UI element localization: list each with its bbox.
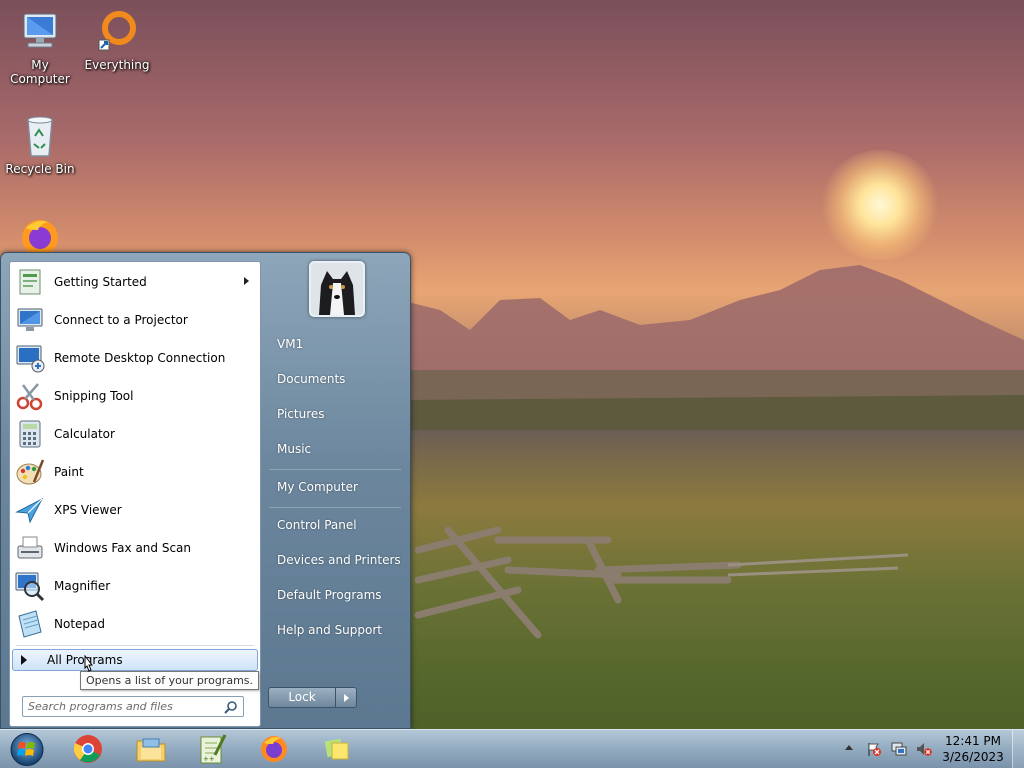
volume-muted-icon[interactable] xyxy=(916,741,932,757)
program-label: Connect to a Projector xyxy=(54,313,188,327)
start-link-help-and-support[interactable]: Help and Support xyxy=(269,616,401,644)
notepad-icon xyxy=(18,610,42,638)
link-label: My Computer xyxy=(277,480,358,494)
start-link-default-programs[interactable]: Default Programs xyxy=(269,581,401,609)
getting-started-icon xyxy=(19,269,41,295)
mouse-pointer-icon xyxy=(84,655,94,672)
link-separator xyxy=(269,469,401,470)
link-label: Default Programs xyxy=(277,588,382,602)
taskbar: ++ 12:41 PM 3/26/2023 xyxy=(0,729,1024,768)
notepad-plus-plus-icon: ++ xyxy=(200,734,227,764)
start-link-my-computer[interactable]: My Computer xyxy=(269,473,401,501)
programs-separator xyxy=(16,645,254,646)
search-box[interactable] xyxy=(22,696,244,717)
everything-icon xyxy=(98,11,136,51)
link-label: Control Panel xyxy=(277,518,357,532)
recycle-bin-icon xyxy=(27,116,53,157)
show-desktop-button[interactable] xyxy=(1012,730,1024,768)
user-avatar[interactable] xyxy=(309,261,365,317)
wallpaper-sun xyxy=(820,150,940,260)
scissors-icon xyxy=(16,383,43,411)
projector-icon xyxy=(17,308,43,331)
program-snipping-tool[interactable]: Snipping Tool xyxy=(12,378,259,414)
chevron-right-icon xyxy=(344,694,349,702)
program-paint[interactable]: Paint xyxy=(12,454,259,490)
program-label: XPS Viewer xyxy=(54,503,122,517)
lock-button[interactable]: Lock xyxy=(268,687,336,708)
clock-time[interactable]: 12:41 PM xyxy=(940,734,1006,748)
dog-picture-icon xyxy=(311,263,363,315)
link-label: Pictures xyxy=(277,407,325,421)
program-connect-to-projector[interactable]: Connect to a Projector xyxy=(12,302,259,338)
link-label: Music xyxy=(277,442,312,456)
program-label: Windows Fax and Scan xyxy=(54,541,192,555)
program-notepad[interactable]: Notepad xyxy=(12,606,259,642)
program-magnifier[interactable]: Magnifier xyxy=(12,568,259,604)
fax-scanner-icon xyxy=(17,536,43,559)
network-icon[interactable] xyxy=(891,741,907,757)
sticky-notes-icon xyxy=(324,738,349,760)
magnifier-icon xyxy=(15,572,45,602)
taskbar-chrome[interactable] xyxy=(70,733,106,765)
program-windows-fax-and-scan[interactable]: Windows Fax and Scan xyxy=(12,530,259,566)
desktop-icon-everything[interactable]: Everything xyxy=(77,8,157,72)
link-label: Documents xyxy=(277,372,346,386)
firefox-icon xyxy=(261,736,287,762)
desktop-icon-label: Recycle Bin xyxy=(5,162,75,176)
link-separator xyxy=(269,507,401,508)
chrome-icon xyxy=(73,735,102,763)
start-link-documents[interactable]: Documents xyxy=(269,365,401,393)
remote-desktop-icon xyxy=(16,345,45,373)
shutdown-options-button[interactable] xyxy=(335,687,357,708)
desktop-icon-my-computer[interactable]: My Computer xyxy=(0,8,80,86)
program-calculator[interactable]: Calculator xyxy=(12,416,259,452)
start-link-music[interactable]: Music xyxy=(269,435,401,463)
desktop-icon-label: My Computer xyxy=(10,58,70,86)
program-label: Calculator xyxy=(54,427,115,441)
expand-arrow-icon xyxy=(21,655,27,665)
start-link-devices-and-printers[interactable]: Devices and Printers xyxy=(269,546,401,574)
taskbar-sticky-notes[interactable] xyxy=(319,733,355,765)
all-programs-button[interactable]: All Programs xyxy=(12,649,258,671)
programs-pane: Getting Started Connect to a Projector R… xyxy=(9,261,261,727)
program-label: Getting Started xyxy=(54,275,147,289)
program-label: Remote Desktop Connection xyxy=(54,351,226,365)
search-icon[interactable] xyxy=(224,700,238,714)
action-center-flag-icon[interactable] xyxy=(866,741,882,757)
paint-palette-icon xyxy=(16,459,45,485)
program-label: Magnifier xyxy=(54,579,111,593)
search-input[interactable] xyxy=(28,697,218,716)
start-link-pictures[interactable]: Pictures xyxy=(269,400,401,428)
taskbar-notepad-plus-plus[interactable]: ++ xyxy=(194,733,230,765)
clock-date[interactable]: 3/26/2023 xyxy=(940,750,1006,764)
show-hidden-icons-icon[interactable] xyxy=(845,745,853,750)
computer-icon xyxy=(23,13,57,48)
wallpaper-fence xyxy=(414,526,909,639)
start-menu: Getting Started Connect to a Projector R… xyxy=(0,252,411,729)
calculator-icon xyxy=(19,420,41,448)
program-label: Notepad xyxy=(54,617,105,631)
program-label: Paint xyxy=(54,465,84,479)
program-xps-viewer[interactable]: XPS Viewer xyxy=(12,492,259,528)
program-getting-started[interactable]: Getting Started xyxy=(12,264,259,300)
start-link-user[interactable]: VM1 xyxy=(269,330,401,358)
start-link-control-panel[interactable]: Control Panel xyxy=(269,511,401,539)
link-label: VM1 xyxy=(277,337,304,351)
desktop-icon-recycle-bin[interactable]: Recycle Bin xyxy=(0,112,80,176)
start-orb-icon[interactable] xyxy=(5,731,49,768)
program-label: Snipping Tool xyxy=(54,389,134,403)
taskbar-file-explorer[interactable] xyxy=(133,733,169,765)
program-remote-desktop[interactable]: Remote Desktop Connection xyxy=(12,340,259,376)
all-programs-tooltip: Opens a list of your programs. xyxy=(80,671,260,690)
link-label: Devices and Printers xyxy=(277,553,401,567)
xps-viewer-icon xyxy=(15,497,44,524)
desktop-icon-label: Everything xyxy=(84,58,150,72)
link-label: Help and Support xyxy=(277,623,382,637)
svg-text:++: ++ xyxy=(203,755,215,763)
submenu-arrow-icon xyxy=(244,277,249,285)
taskbar-firefox[interactable] xyxy=(256,733,292,765)
file-explorer-icon xyxy=(136,738,166,762)
